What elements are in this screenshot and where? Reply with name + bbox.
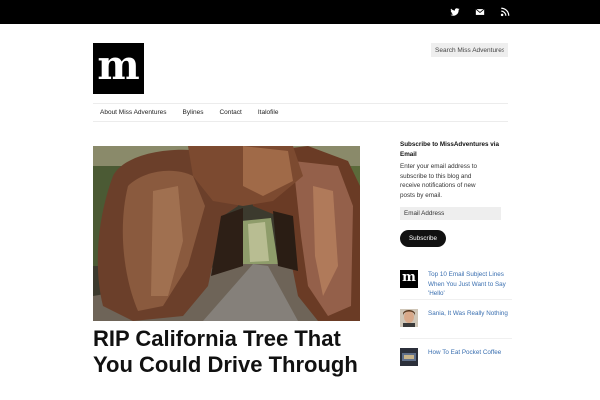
post-thumbnail[interactable] bbox=[400, 309, 418, 327]
email-icon[interactable] bbox=[475, 7, 485, 17]
thumb-letter: m bbox=[402, 270, 416, 285]
subscribe-description: Enter your email address to subscribe to… bbox=[400, 163, 477, 199]
list-item: How To Eat Pocket Coffee bbox=[400, 348, 512, 378]
subscribe-button[interactable]: Subscribe bbox=[400, 230, 446, 247]
recent-posts: m Top 10 Email Subject Lines When You Ju… bbox=[400, 270, 512, 387]
post-link[interactable]: Sania, It Was Really Nothing bbox=[428, 309, 518, 319]
portrait-image bbox=[400, 309, 418, 327]
post-link[interactable]: How To Eat Pocket Coffee bbox=[428, 348, 518, 358]
social-links bbox=[450, 0, 510, 24]
search-input[interactable] bbox=[431, 43, 508, 57]
site-logo[interactable]: m bbox=[93, 43, 144, 94]
article-title[interactable]: RIP California Tree That You Could Drive… bbox=[93, 326, 373, 378]
nav-item-contact[interactable]: Contact bbox=[212, 109, 250, 116]
top-bar bbox=[0, 0, 600, 24]
email-field[interactable] bbox=[400, 207, 501, 220]
nav-item-italofile[interactable]: Italofile bbox=[251, 109, 288, 116]
post-link[interactable]: Top 10 Email Subject Lines When You Just… bbox=[428, 270, 518, 299]
list-item: m Top 10 Email Subject Lines When You Ju… bbox=[400, 270, 512, 300]
nav-item-about[interactable]: About Miss Adventures bbox=[93, 109, 175, 116]
main-nav: About Miss Adventures Bylines Contact It… bbox=[93, 103, 508, 122]
twitter-icon[interactable] bbox=[450, 7, 460, 17]
nav-item-bylines[interactable]: Bylines bbox=[175, 109, 212, 116]
featured-image[interactable] bbox=[93, 146, 360, 321]
logo-letter: m bbox=[97, 41, 140, 89]
post-thumbnail[interactable] bbox=[400, 348, 418, 366]
tree-tunnel-image bbox=[93, 146, 360, 321]
rss-icon[interactable] bbox=[500, 7, 510, 17]
list-item: Sania, It Was Really Nothing bbox=[400, 309, 512, 339]
subscribe-widget-title: Subscribe to MissAdventures via Email bbox=[400, 141, 500, 158]
post-thumbnail[interactable]: m bbox=[400, 270, 418, 288]
pocket-coffee-image bbox=[400, 348, 418, 366]
